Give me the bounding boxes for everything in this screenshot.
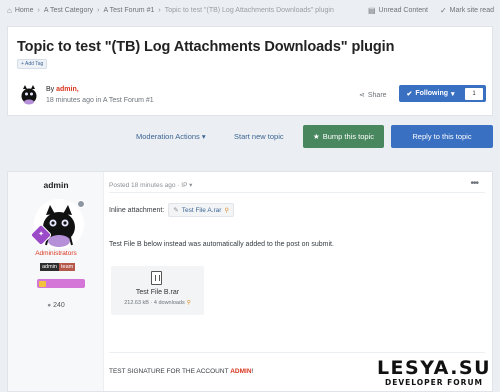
post-body-text: Test File B below instead was automatica… (109, 241, 334, 248)
comment-icon: ● (47, 302, 52, 309)
gift-icon (39, 280, 46, 287)
bump-topic-button[interactable]: ★ Bump this topic (303, 125, 384, 148)
page-title: Topic to test "(TB) Log Attachments Down… (17, 39, 395, 55)
start-new-topic-link[interactable]: Start new topic (234, 132, 284, 141)
inline-attachment-name: Test File A.rar (181, 206, 222, 214)
inline-attachment-row: Inline attachment: ✎ Test File A.rar ⚲ (109, 203, 234, 217)
share-nodes-icon: ✦ (38, 231, 44, 238)
post-count: ● 240 (8, 302, 104, 309)
add-tag-button[interactable]: + Add Tag (17, 59, 48, 69)
attachment-file-info: 212.63 kB · 4 downloads ⚲ (111, 300, 204, 306)
post-count-value: 240 (53, 302, 65, 309)
chevron-right-icon: › (37, 6, 40, 14)
mark-site-read-link[interactable]: ✓ Mark site read (440, 6, 494, 15)
attachment-card[interactable]: Test File B.rar 212.63 kB · 4 downloads … (111, 266, 204, 315)
post-author-panel: admin ✦ Administrators admin team ● 240 (8, 172, 104, 391)
post-meta: Posted 18 minutes ago · IP ▾ (109, 181, 192, 189)
bump-topic-label: Bump this topic (322, 132, 374, 141)
inline-attachment-label: Inline attachment: (109, 206, 165, 214)
avatar[interactable] (18, 83, 40, 105)
post-meta-text[interactable]: Posted 18 minutes ago · IP (109, 182, 187, 189)
post-divider (109, 192, 485, 193)
post-author-name[interactable]: admin (8, 180, 104, 190)
topic-time-forum: 18 minutes ago in A Test Forum #1 (46, 97, 154, 104)
topic-author-line: By admin, (46, 86, 79, 93)
search-icon[interactable]: ⚲ (224, 207, 228, 214)
newspaper-icon: ▤ (367, 5, 376, 15)
award-badge (37, 279, 85, 288)
signature: TEST SIGNATURE FOR THE ACCOUNT ADMIN! (109, 368, 253, 375)
paperclip-icon: ✎ (173, 207, 179, 214)
topic-action-bar: Moderation Actions ▾ Start new topic ★ B… (0, 125, 500, 149)
inline-attachment-chip[interactable]: ✎ Test File A.rar ⚲ (168, 203, 234, 217)
top-actions: ▤ Unread Content ✓ Mark site read (368, 0, 494, 20)
file-archive-icon (151, 271, 162, 285)
topic-author-link[interactable]: admin, (56, 86, 79, 93)
watermark-title: LESYA.SU (376, 357, 492, 379)
share-button[interactable]: ⋖ Share (359, 91, 387, 100)
post-options-menu-icon[interactable]: ••• (470, 178, 478, 189)
team-badges: admin team (40, 263, 76, 271)
admin-badge: admin (40, 263, 59, 271)
attachment-size-downloads: 212.63 kB · 4 downloads (124, 300, 185, 306)
signature-name: ADMIN (230, 368, 252, 375)
rank-icon (77, 200, 85, 208)
signature-suffix: ! (251, 368, 254, 375)
share-icon: ⋖ (359, 92, 365, 99)
follow-group: ✔ Following ▾ 1 (399, 85, 486, 102)
breadcrumb-forum[interactable]: A Test Forum #1 (104, 7, 155, 14)
unread-content-link[interactable]: ▤ Unread Content (368, 6, 428, 15)
followers-count-button[interactable]: 1 (462, 85, 486, 102)
caret-down-icon[interactable]: ▾ (189, 182, 192, 189)
attachment-file-name: Test File B.rar (135, 289, 180, 296)
cat-avatar-icon (18, 83, 40, 105)
breadcrumb-current: Topic to test "(TB) Log Attachments Down… (164, 6, 334, 14)
signature-divider (109, 352, 485, 353)
share-label: Share (367, 91, 387, 99)
watermark-subtitle: DEVELOPER FORUM (385, 378, 483, 387)
user-group-name: Administrators (35, 250, 77, 257)
reply-topic-button[interactable]: Reply to this topic (391, 125, 493, 148)
check-icon: ✓ (439, 5, 447, 15)
mark-site-read-label: Mark site read (449, 6, 494, 14)
followers-count: 1 (465, 87, 483, 100)
search-icon[interactable]: ⚲ (187, 300, 191, 306)
check-icon: ✔ (406, 90, 413, 98)
chevron-right-icon: › (97, 6, 100, 14)
following-button[interactable]: ✔ Following ▾ (399, 85, 462, 102)
chevron-right-icon: › (158, 6, 161, 14)
breadcrumb-category[interactable]: A Test Category (44, 7, 93, 14)
breadcrumb-home[interactable]: Home (15, 7, 34, 14)
moderation-actions-menu[interactable]: Moderation Actions ▾ (136, 132, 206, 141)
signature-prefix: TEST SIGNATURE FOR THE ACCOUNT (109, 368, 229, 375)
following-label: Following (415, 90, 449, 97)
moderation-actions-label: Moderation Actions (136, 132, 200, 141)
team-badge: team (58, 263, 76, 271)
add-tag-label: Add Tag (25, 61, 44, 67)
watermark: LESYA.SU DEVELOPER FORUM (373, 357, 495, 388)
caret-down-icon: ▾ (201, 132, 206, 141)
star-icon: ★ (312, 132, 320, 141)
caret-down-icon: ▾ (451, 90, 455, 98)
unread-content-label: Unread Content (378, 6, 428, 14)
by-label: By (46, 86, 55, 93)
home-icon[interactable]: ⌂ (7, 6, 12, 15)
topic-header: Topic to test "(TB) Log Attachments Down… (7, 26, 493, 116)
